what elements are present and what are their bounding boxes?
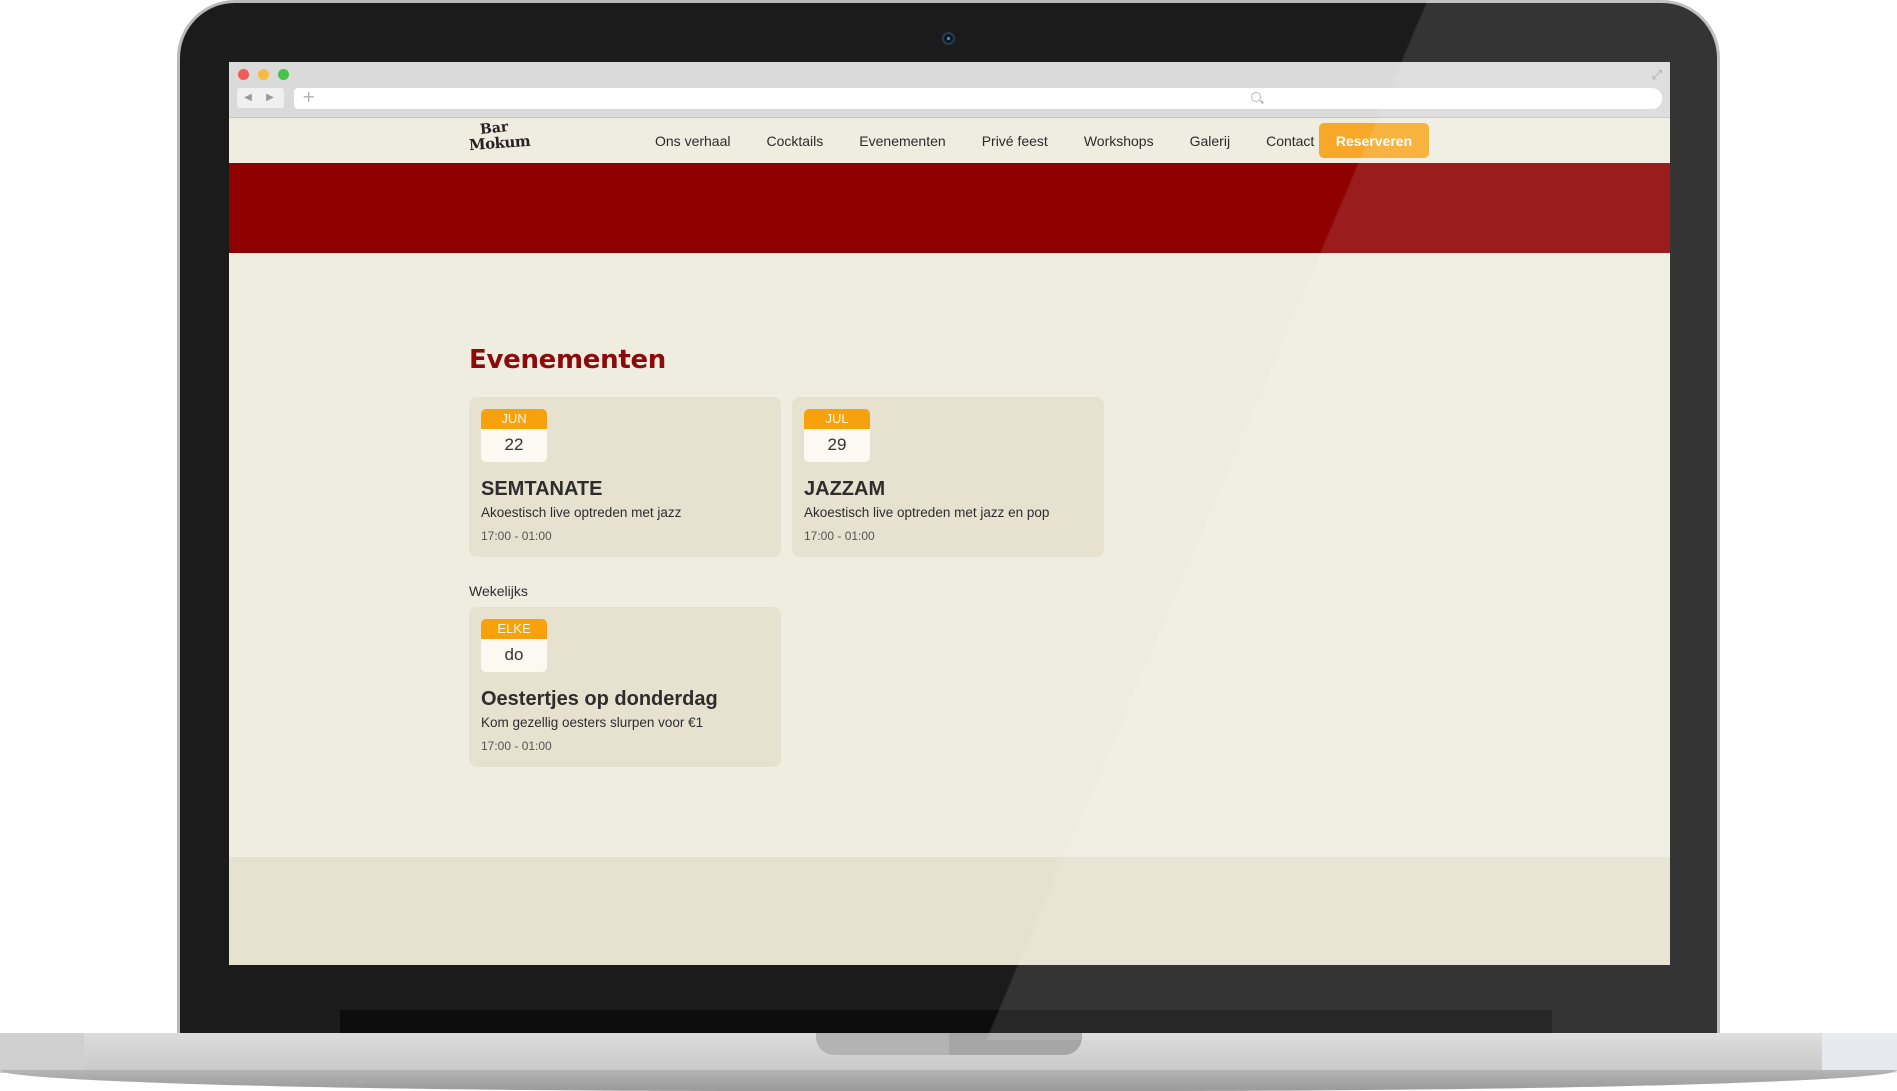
event-time: 17:00 - 01:00 (804, 529, 875, 543)
nav-ons-verhaal[interactable]: Ons verhaal (655, 133, 730, 149)
event-description: Akoestisch live optreden met jazz en pop (804, 505, 1050, 520)
logo[interactable]: Bar Mokum (468, 119, 531, 159)
browser-chrome: ◀ ▶ + ⤢ (229, 62, 1670, 118)
nav-cocktails[interactable]: Cocktails (766, 133, 823, 149)
site-header: Bar Mokum Ons verhaal Cocktails Evenemen… (229, 118, 1670, 163)
laptop-notch (816, 1033, 1082, 1055)
event-time: 17:00 - 01:00 (481, 529, 552, 543)
camera-icon (942, 32, 955, 45)
history-buttons: ◀ ▶ (237, 88, 284, 108)
date-day: do (504, 645, 524, 664)
event-card[interactable]: ELKE do Oestertjes op donderdag Kom geze… (469, 607, 781, 767)
forward-arrow-icon[interactable]: ▶ (259, 88, 281, 108)
maximize-window-button[interactable] (278, 69, 289, 80)
event-card[interactable]: JUL 29 JAZZAM Akoestisch live optreden m… (792, 397, 1104, 557)
date-badge: JUL 29 (804, 409, 870, 462)
event-title: Oestertjes op donderdag (481, 688, 718, 710)
plus-icon[interactable]: + (302, 87, 315, 106)
date-month: JUL (804, 409, 870, 429)
laptop-base-bottom (0, 1070, 1897, 1091)
event-description: Akoestisch live optreden met jazz (481, 505, 682, 520)
date-day: 22 (504, 435, 524, 454)
footer (229, 857, 1670, 965)
reserveren-button[interactable]: Reserveren (1319, 123, 1429, 158)
date-day: 29 (827, 435, 847, 454)
browser-search-input[interactable] (1242, 88, 1662, 109)
date-badge: JUN 22 (481, 409, 547, 462)
nav-workshops[interactable]: Workshops (1084, 133, 1154, 149)
event-time: 17:00 - 01:00 (481, 739, 552, 753)
minimize-window-button[interactable] (258, 69, 269, 80)
address-bar[interactable]: + (294, 87, 1252, 109)
nav-evenementen[interactable]: Evenementen (859, 133, 945, 149)
date-month: ELKE (481, 619, 547, 639)
date-badge: ELKE do (481, 619, 547, 672)
event-title: JAZZAM (804, 478, 886, 500)
expand-icon[interactable]: ⤢ (1652, 68, 1662, 83)
close-window-button[interactable] (238, 69, 249, 80)
logo-line-2: Mokum (468, 131, 531, 155)
main-nav: Ons verhaal Cocktails Evenementen Privé … (655, 118, 1350, 163)
back-arrow-icon[interactable]: ◀ (237, 88, 259, 108)
event-card[interactable]: JUN 22 SEMTANATE Akoestisch live optrede… (469, 397, 781, 557)
laptop-base-edge (0, 1033, 84, 1073)
weekly-label: Wekelijks (469, 583, 528, 599)
event-description: Kom gezellig oesters slurpen voor €1 (481, 715, 704, 730)
laptop-base-edge (1822, 1033, 1897, 1073)
nav-prive-feest[interactable]: Privé feest (982, 133, 1048, 149)
search-icon (1251, 92, 1261, 102)
hero-banner (229, 163, 1670, 253)
date-month: JUN (481, 409, 547, 429)
nav-contact[interactable]: Contact (1266, 133, 1314, 149)
event-title: SEMTANATE (481, 478, 603, 500)
screen: ◀ ▶ + ⤢ Bar Mokum Ons verhaal Cocktails E… (229, 62, 1670, 965)
page-title: Evenementen (469, 345, 666, 375)
nav-galerij[interactable]: Galerij (1190, 133, 1230, 149)
